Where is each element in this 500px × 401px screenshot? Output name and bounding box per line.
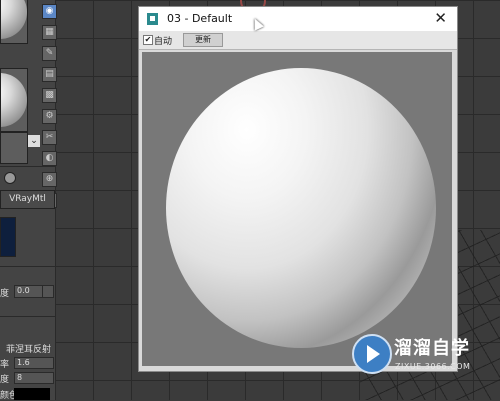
fresnel-reflection-label: 菲涅耳反射	[6, 345, 52, 355]
watermark-logo: 溜溜自学 ZIXUE.3066.COM	[352, 332, 484, 382]
slot-preview-sphere	[1, 73, 27, 127]
ior-value-field[interactable]: 1.6	[14, 357, 54, 369]
slot-preview-sphere	[1, 0, 27, 39]
close-icon[interactable]: ✕	[434, 9, 447, 27]
preview-sphere	[166, 68, 436, 348]
chevron-down-icon[interactable]: ⌄	[28, 135, 40, 147]
material-slot-2[interactable]	[0, 68, 28, 132]
ior-label: 率	[0, 360, 10, 370]
material-preview-area	[142, 52, 452, 366]
select-by-material-icon[interactable]: ✂	[42, 130, 57, 145]
backlight-icon[interactable]: ◉	[42, 4, 57, 19]
material-slot-1[interactable]	[0, 0, 28, 44]
depth-label: 度	[0, 289, 10, 299]
material-type-button[interactable]: VRayMtl	[0, 190, 55, 209]
spinner-icon[interactable]	[42, 285, 54, 298]
preview-toolbar: ✔ 自动 更新	[139, 31, 457, 50]
pick-material-button[interactable]	[4, 172, 16, 184]
auto-checkbox-label: 自动	[154, 37, 173, 47]
material-navigator-icon[interactable]: ◐	[42, 151, 57, 166]
watermark-title: 溜溜自学	[394, 338, 470, 359]
video-color-check-icon[interactable]: ▤	[42, 67, 57, 82]
update-button[interactable]: 更新	[183, 33, 223, 47]
background-checker-icon[interactable]: ▦	[42, 25, 57, 40]
depth-value-field-2[interactable]: 8	[14, 372, 54, 384]
material-editor-panel: ◉ ▦ ✎ ▤ ▩ ⚙ ✂ ◐ ⊕ ◍ ⌄ VRayMtl 度 0.0 菲涅耳反…	[0, 0, 57, 401]
watermark-subtitle: ZIXUE.3066.COM	[395, 362, 471, 371]
diffuse-color-swatch[interactable]	[0, 217, 16, 257]
window-title: 03 - Default	[167, 12, 233, 25]
options-icon[interactable]: ⚙	[42, 109, 57, 124]
material-preview-window: 03 - Default ✕ ✔ 自动 更新	[138, 6, 458, 372]
depth-label-2: 度	[0, 375, 10, 385]
divider	[0, 166, 55, 167]
exit-color-swatch[interactable]	[14, 388, 50, 400]
divider	[0, 316, 55, 317]
material-slot-3[interactable]	[0, 132, 28, 164]
depth-value-field[interactable]: 0.0	[14, 285, 44, 298]
magnify-icon[interactable]: ⊕	[42, 172, 57, 187]
sample-uv-icon[interactable]: ✎	[42, 46, 57, 61]
auto-checkbox[interactable]: ✔	[143, 35, 153, 45]
divider	[0, 266, 55, 267]
make-preview-icon[interactable]: ▩	[42, 88, 57, 103]
material-toolbar: ◉ ▦ ✎ ▤ ▩ ⚙ ✂ ◐ ⊕ ◍	[42, 4, 57, 214]
window-titlebar[interactable]: 03 - Default ✕	[139, 7, 457, 31]
app-icon	[147, 13, 158, 25]
play-logo-icon	[352, 334, 392, 374]
